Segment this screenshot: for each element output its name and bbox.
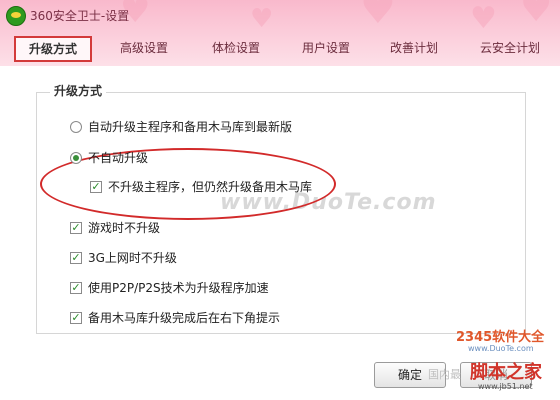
group-title: 升级方式 [50,82,107,99]
tab-checkup-settings[interactable]: 体检设置 [198,36,274,60]
radio-no-auto-upgrade-label: 不自动升级 [88,151,149,165]
checkmark-icon: ✓ [90,179,102,193]
brand-2345-url: www.DuoTe.com [468,344,534,353]
tab-upgrade-mode[interactable]: 升级方式 [14,36,92,62]
checkmark-icon: ✓ [70,280,82,294]
settings-content: 升级方式 www.DuoTe.com 自动升级主程序和备用木马库到最新版 不自动… [0,66,560,400]
brand-2345-logo: 2345软件大全 [456,330,545,345]
checkbox-game-mode-label: 游戏时不升级 [88,221,161,235]
radio-auto-upgrade[interactable]: 自动升级主程序和备用木马库到最新版 [70,118,292,135]
overlay-text: 国内最 [428,368,461,381]
heart-decoration-icon: ♥ [250,4,274,34]
brand-jb51-logo: 脚本之家 [470,362,542,383]
radio-unselected-icon [70,120,82,133]
checkbox-game-mode[interactable]: ✓ 游戏时不升级 [70,219,160,236]
brand-jb51-url: www.jb51.net [478,382,533,391]
heart-decoration-icon: ♥ [360,0,396,33]
tab-improvement-plan[interactable]: 改善计划 [376,36,452,60]
checkbox-notify-label: 备用木马库升级完成后在右下角提示 [88,311,281,325]
checkbox-no-upgrade-main[interactable]: ✓ 不升级主程序，但仍然升级备用木马库 [90,178,312,195]
checkbox-p2p[interactable]: ✓ 使用P2P/P2S技术为升级程序加速 [70,279,269,296]
heart-decoration-icon: ♥ [470,1,497,36]
title-bar: ♥ ♥ ♥ ♥ ♥ 360安全卫士-设置 升级方式 高级设置 体检设置 用户设置… [0,0,560,66]
radio-selected-icon [70,151,82,164]
checkbox-notify[interactable]: ✓ 备用木马库升级完成后在右下角提示 [70,309,280,326]
radio-auto-upgrade-label: 自动升级主程序和备用木马库到最新版 [88,120,293,134]
checkbox-no-upgrade-main-label: 不升级主程序，但仍然升级备用木马库 [108,180,313,194]
checkmark-icon: ✓ [70,310,82,324]
checkbox-3g-label: 3G上网时不升级 [88,251,177,265]
checkbox-p2p-label: 使用P2P/P2S技术为升级程序加速 [88,281,269,295]
radio-no-auto-upgrade[interactable]: 不自动升级 [70,149,148,166]
tab-cloud-security-plan[interactable]: 云安全计划 [466,36,554,60]
checkbox-3g[interactable]: ✓ 3G上网时不升级 [70,249,177,266]
checkmark-icon: ✓ [70,250,82,264]
tab-advanced-settings[interactable]: 高级设置 [106,36,182,60]
checkmark-icon: ✓ [70,220,82,234]
heart-decoration-icon: ♥ [520,0,553,30]
tab-user-settings[interactable]: 用户设置 [288,36,364,60]
tab-bar: 升级方式 高级设置 体检设置 用户设置 改善计划 云安全计划 [10,36,560,62]
app-logo-icon [6,6,26,26]
window-title: 360安全卫士-设置 [30,9,130,23]
